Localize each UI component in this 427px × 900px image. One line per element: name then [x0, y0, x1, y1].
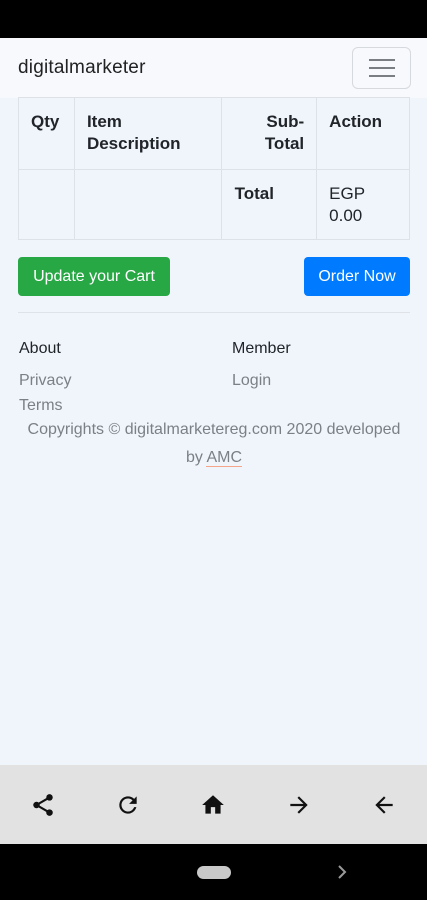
header-action: Action: [316, 97, 410, 170]
system-navigation-bar: [0, 844, 427, 900]
total-row-empty-cell: [73, 169, 222, 240]
header-qty: Qty: [18, 97, 75, 170]
copyright-text: Copyrights © digitalmarketereg.com 2020 …: [14, 416, 414, 472]
terms-link[interactable]: Terms: [19, 393, 71, 418]
amc-link[interactable]: AMC: [206, 449, 243, 467]
footer-member-column: Member Login: [232, 338, 291, 393]
copyright-line: Copyrights © digitalmarketereg.com 2020 …: [27, 421, 401, 438]
header-sub-total: Sub- Total: [220, 97, 318, 170]
table-total-row: Total EGP 0.00: [18, 169, 410, 240]
browser-toolbar: [0, 765, 427, 844]
share-button[interactable]: [13, 775, 73, 835]
back-icon: [375, 795, 393, 814]
forward-icon: [290, 795, 308, 814]
total-amount: EGP 0.00: [316, 169, 410, 240]
navbar: digitalmarketer: [0, 38, 427, 98]
table-header-row: Qty Item Description Sub- Total Action: [18, 97, 410, 170]
total-row-empty-cell: [18, 169, 75, 240]
refresh-button[interactable]: [98, 775, 158, 835]
login-link[interactable]: Login: [232, 368, 291, 393]
menu-toggle-button[interactable]: [352, 47, 411, 89]
home-icon: [202, 794, 225, 814]
chevron-right-icon[interactable]: [336, 864, 348, 880]
status-bar: [0, 0, 427, 38]
copyright-by: by: [185, 449, 203, 466]
header-item-description: Item Description: [73, 97, 222, 170]
refresh-icon: [119, 795, 137, 814]
privacy-link[interactable]: Privacy: [19, 368, 71, 393]
footer-member-heading: Member: [232, 340, 291, 357]
web-page: digitalmarketer Qty Item Description Sub-…: [0, 38, 427, 765]
share-icon: [32, 793, 53, 816]
order-now-button[interactable]: Order Now: [304, 257, 410, 296]
hamburger-icon: [368, 59, 395, 77]
home-pill-handle[interactable]: [197, 866, 231, 879]
forward-button[interactable]: [269, 775, 329, 835]
footer-about-column: About Privacy Terms: [19, 338, 71, 418]
home-button[interactable]: [183, 775, 243, 835]
back-button[interactable]: [354, 775, 414, 835]
cart-table: Qty Item Description Sub- Total Action Tot…: [18, 97, 410, 240]
footer-about-heading: About: [19, 340, 61, 357]
update-cart-button[interactable]: Update your Cart: [18, 257, 170, 296]
brand-logo-text[interactable]: digitalmarketer: [18, 57, 146, 79]
divider: [18, 312, 410, 313]
total-label: Total: [220, 169, 318, 240]
